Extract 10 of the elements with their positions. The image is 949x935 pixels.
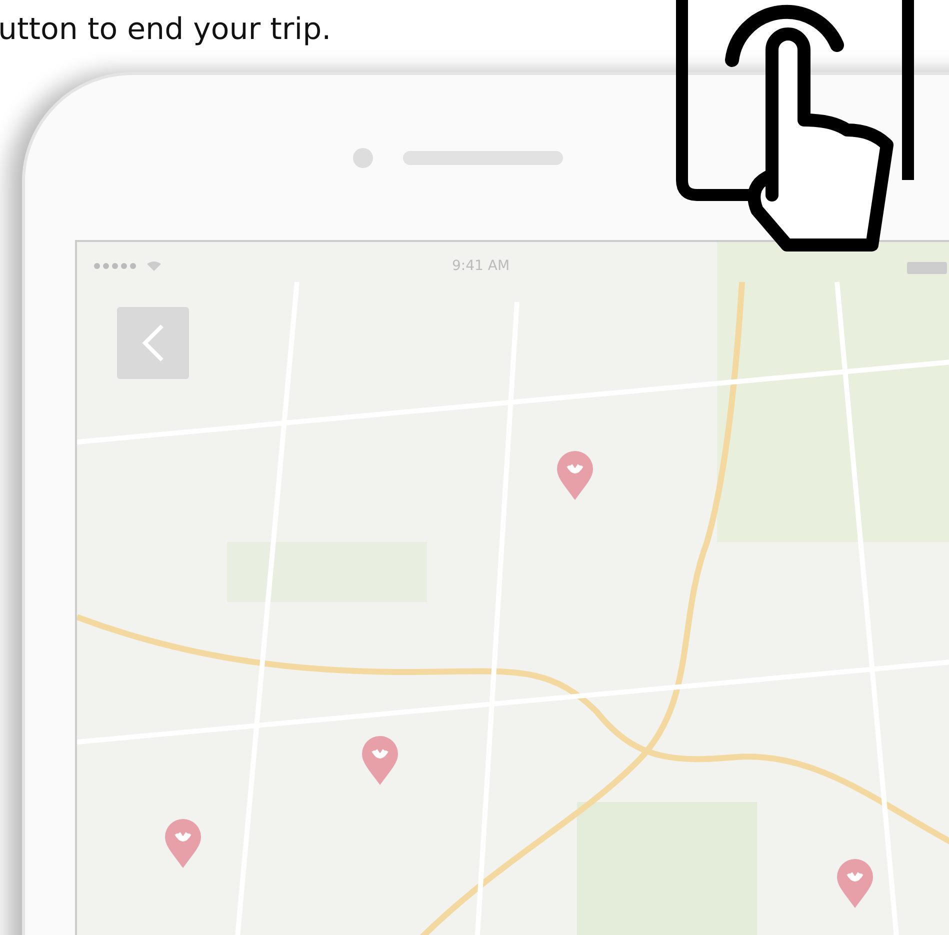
map-pin-icon[interactable] xyxy=(835,858,875,910)
chevron-left-icon xyxy=(140,323,166,363)
instruction-text: utton to end your trip. xyxy=(0,11,332,49)
back-button[interactable] xyxy=(117,307,189,379)
signal-icon xyxy=(92,260,162,272)
battery-icon xyxy=(907,262,947,274)
map-pin-icon[interactable] xyxy=(163,818,203,870)
map-pin-icon[interactable] xyxy=(360,735,400,787)
map-pin-icon[interactable] xyxy=(555,450,595,502)
camera-dot xyxy=(353,148,373,168)
